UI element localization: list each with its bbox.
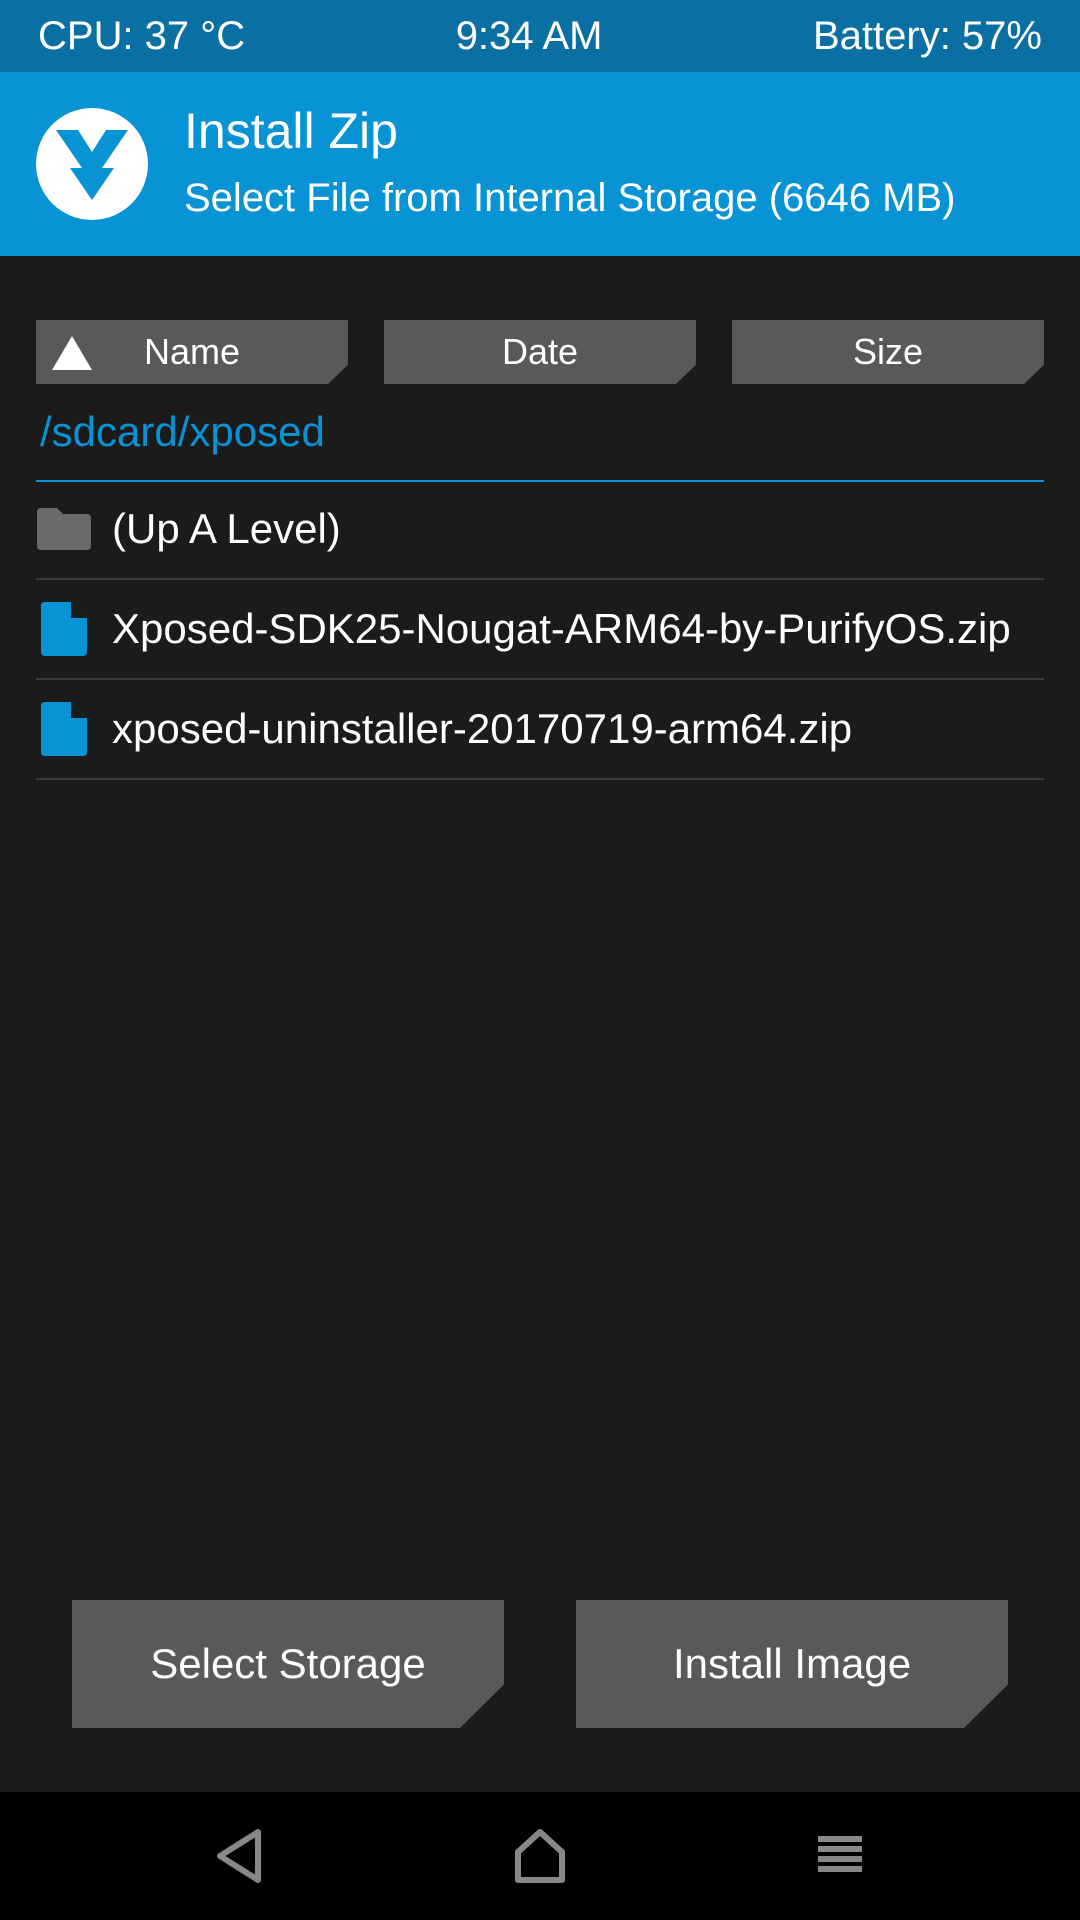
install-image-label: Install Image	[672, 1640, 912, 1687]
install-image-button[interactable]: Install Image	[576, 1600, 1008, 1728]
list-item-up-level[interactable]: (Up A Level)	[36, 480, 1044, 580]
battery-level: Battery: 57%	[812, 13, 1042, 58]
select-storage-label: Select Storage	[150, 1640, 426, 1687]
select-storage-button[interactable]: Select Storage	[72, 1600, 504, 1728]
home-icon[interactable]	[510, 1826, 570, 1886]
sort-by-name-button[interactable]: Name	[36, 320, 348, 384]
twrp-logo-icon	[36, 108, 148, 220]
list-item-label: Xposed-SDK25-Nougat-ARM64-by-PurifyOS.zi…	[112, 605, 1011, 652]
menu-icon[interactable]	[810, 1826, 870, 1886]
current-path: /sdcard/xposed	[40, 408, 325, 455]
folder-icon	[36, 501, 92, 557]
header: Install Zip Select File from Internal St…	[0, 72, 1080, 256]
status-bar: CPU: 37 °C 9:34 AM Battery: 57%	[0, 0, 1080, 72]
list-item-label: (Up A Level)	[112, 505, 341, 552]
list-item-file[interactable]: xposed-uninstaller-20170719-arm64.zip	[36, 680, 1044, 780]
page-title: Install Zip	[184, 103, 398, 159]
list-item-file[interactable]: Xposed-SDK25-Nougat-ARM64-by-PurifyOS.zi…	[36, 580, 1044, 680]
clock: 9:34 AM	[455, 13, 603, 58]
file-icon	[36, 701, 92, 757]
list-item-label: xposed-uninstaller-20170719-arm64.zip	[112, 705, 853, 752]
navigation-bar	[0, 1792, 1080, 1920]
sort-ascending-icon	[52, 336, 92, 370]
sort-by-date-button[interactable]: Date	[384, 320, 696, 384]
sort-name-label: Name	[143, 331, 241, 372]
cpu-temperature: CPU: 37 °C	[38, 13, 246, 58]
sort-date-label: Date	[501, 331, 579, 372]
back-icon[interactable]	[210, 1826, 270, 1886]
page-subtitle: Select File from Internal Storage (6646 …	[184, 176, 956, 220]
sort-size-label: Size	[852, 331, 924, 372]
sort-by-size-button[interactable]: Size	[732, 320, 1044, 384]
file-icon	[36, 601, 92, 657]
sort-bar: Name Date Size	[0, 320, 1080, 384]
file-list: (Up A Level) Xposed-SDK25-Nougat-ARM64-b…	[36, 480, 1044, 780]
